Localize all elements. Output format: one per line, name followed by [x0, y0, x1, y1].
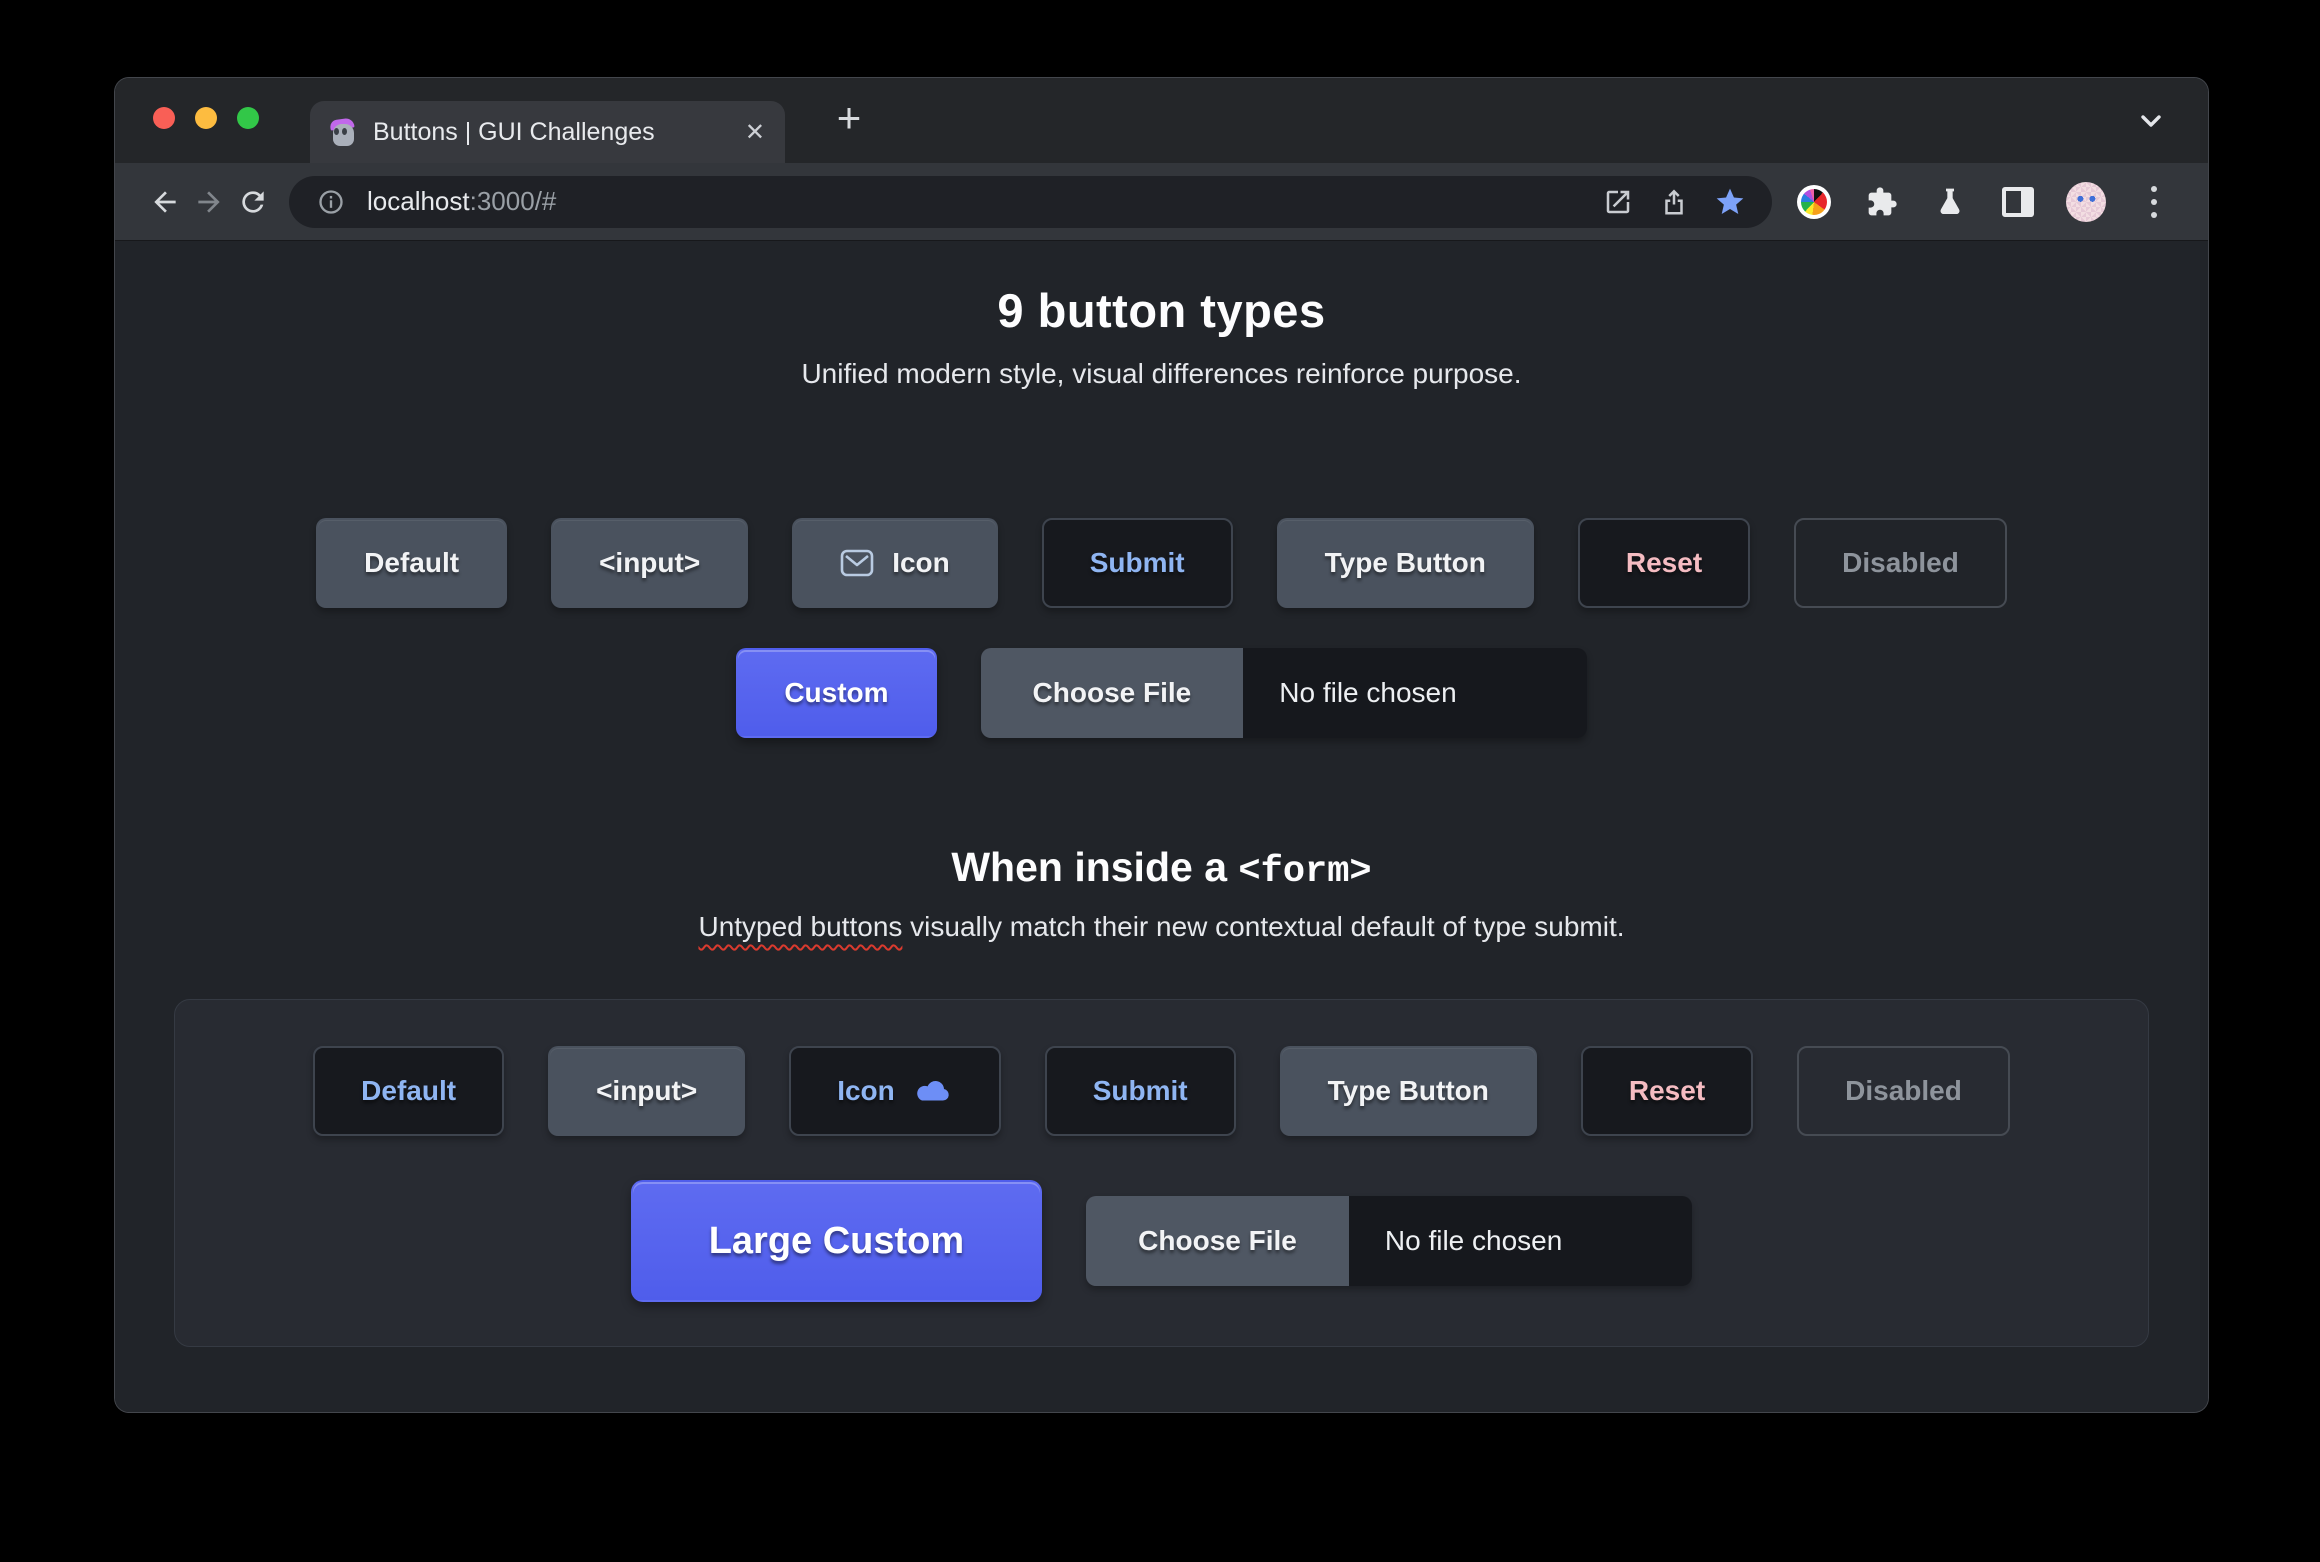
- cloud-icon: [916, 1080, 949, 1101]
- tab-close-icon[interactable]: ✕: [745, 118, 765, 147]
- browser-toolbar: localhost:3000/#: [115, 163, 2208, 241]
- form-section-title: When inside a <form>: [951, 844, 1372, 893]
- page-title: 9 button types: [997, 284, 1326, 337]
- input-button[interactable]: <input>: [551, 518, 749, 608]
- form-file-input[interactable]: Choose File No file chosen: [1086, 1196, 1693, 1286]
- custom-button[interactable]: Custom: [736, 648, 937, 738]
- disabled-button: Disabled: [1794, 518, 2007, 608]
- experiments-flask-icon[interactable]: [1930, 182, 1970, 222]
- form-type-button[interactable]: Type Button: [1279, 1046, 1537, 1136]
- reset-button[interactable]: Reset: [1577, 518, 1751, 608]
- zoom-window-button[interactable]: [237, 107, 259, 129]
- tab-search-chevron-icon[interactable]: [2134, 110, 2168, 134]
- form-submit-button[interactable]: Submit: [1044, 1046, 1236, 1136]
- type-button[interactable]: Type Button: [1276, 518, 1534, 608]
- form-icon-button[interactable]: Icon: [789, 1046, 1001, 1136]
- default-button[interactable]: Default: [316, 518, 508, 608]
- custom-and-file-row: Custom Choose File No file chosen: [115, 648, 2208, 738]
- forward-icon[interactable]: [187, 180, 231, 224]
- extensions-area: [1794, 181, 2180, 222]
- back-icon[interactable]: [143, 180, 187, 224]
- profile-avatar[interactable]: [2066, 181, 2106, 222]
- form-choose-file-button[interactable]: Choose File: [1086, 1196, 1349, 1286]
- form-file-status-text: No file chosen: [1348, 1196, 1693, 1286]
- form-button-types-row: Default <input> Icon Submit Type Button …: [175, 1046, 2148, 1136]
- open-in-new-icon[interactable]: [1598, 182, 1638, 222]
- extensions-puzzle-icon[interactable]: [1862, 182, 1902, 222]
- url-text[interactable]: localhost:3000/#: [367, 186, 556, 217]
- address-bar[interactable]: localhost:3000/#: [289, 175, 1772, 228]
- form-custom-and-file-row: Large Custom Choose File No file chosen: [175, 1180, 2148, 1302]
- menu-dots-icon[interactable]: [2134, 182, 2174, 222]
- form-input-button[interactable]: <input>: [548, 1046, 746, 1136]
- form-section-note: Untyped buttons visually match their new…: [698, 911, 1625, 942]
- minimize-window-button[interactable]: [195, 107, 217, 129]
- site-info-icon[interactable]: [311, 182, 351, 222]
- tab-title: Buttons | GUI Challenges: [373, 117, 655, 146]
- form-card: Default <input> Icon Submit Type Button …: [174, 999, 2149, 1347]
- new-tab-button[interactable]: +: [823, 94, 875, 146]
- window-controls: [153, 107, 259, 129]
- share-icon[interactable]: [1654, 182, 1694, 222]
- envelope-icon: [840, 549, 874, 577]
- choose-file-button[interactable]: Choose File: [980, 648, 1244, 738]
- spellcheck-underlined-text: Untyped buttons: [698, 911, 903, 942]
- browser-tab[interactable]: Buttons | GUI Challenges ✕: [310, 101, 785, 163]
- reload-icon[interactable]: [231, 180, 275, 224]
- side-panel-icon[interactable]: [1998, 182, 2038, 222]
- button-types-row: Default <input> Icon Submit Type Button …: [115, 518, 2208, 608]
- tab-strip: Buttons | GUI Challenges ✕ +: [115, 78, 2208, 163]
- form-disabled-button: Disabled: [1797, 1046, 2010, 1136]
- form-tag-code: <form>: [1238, 851, 1372, 893]
- page-content: 9 button types Unified modern style, vis…: [115, 241, 2208, 1412]
- bookmark-star-icon[interactable]: [1710, 182, 1750, 222]
- submit-button[interactable]: Submit: [1041, 518, 1233, 608]
- file-input[interactable]: Choose File No file chosen: [980, 648, 1587, 738]
- icon-button[interactable]: Icon: [792, 518, 998, 608]
- page-subtitle: Unified modern style, visual differences…: [801, 358, 1522, 389]
- favicon-skull-icon: [329, 116, 357, 146]
- form-reset-button[interactable]: Reset: [1580, 1046, 1754, 1136]
- close-window-button[interactable]: [153, 107, 175, 129]
- file-status-text: No file chosen: [1243, 648, 1587, 738]
- colorwheel-extension-icon[interactable]: [1794, 182, 1834, 222]
- form-default-button[interactable]: Default: [313, 1046, 505, 1136]
- browser-window: Buttons | GUI Challenges ✕ + localhost:3…: [115, 78, 2208, 1412]
- large-custom-button[interactable]: Large Custom: [630, 1180, 1043, 1302]
